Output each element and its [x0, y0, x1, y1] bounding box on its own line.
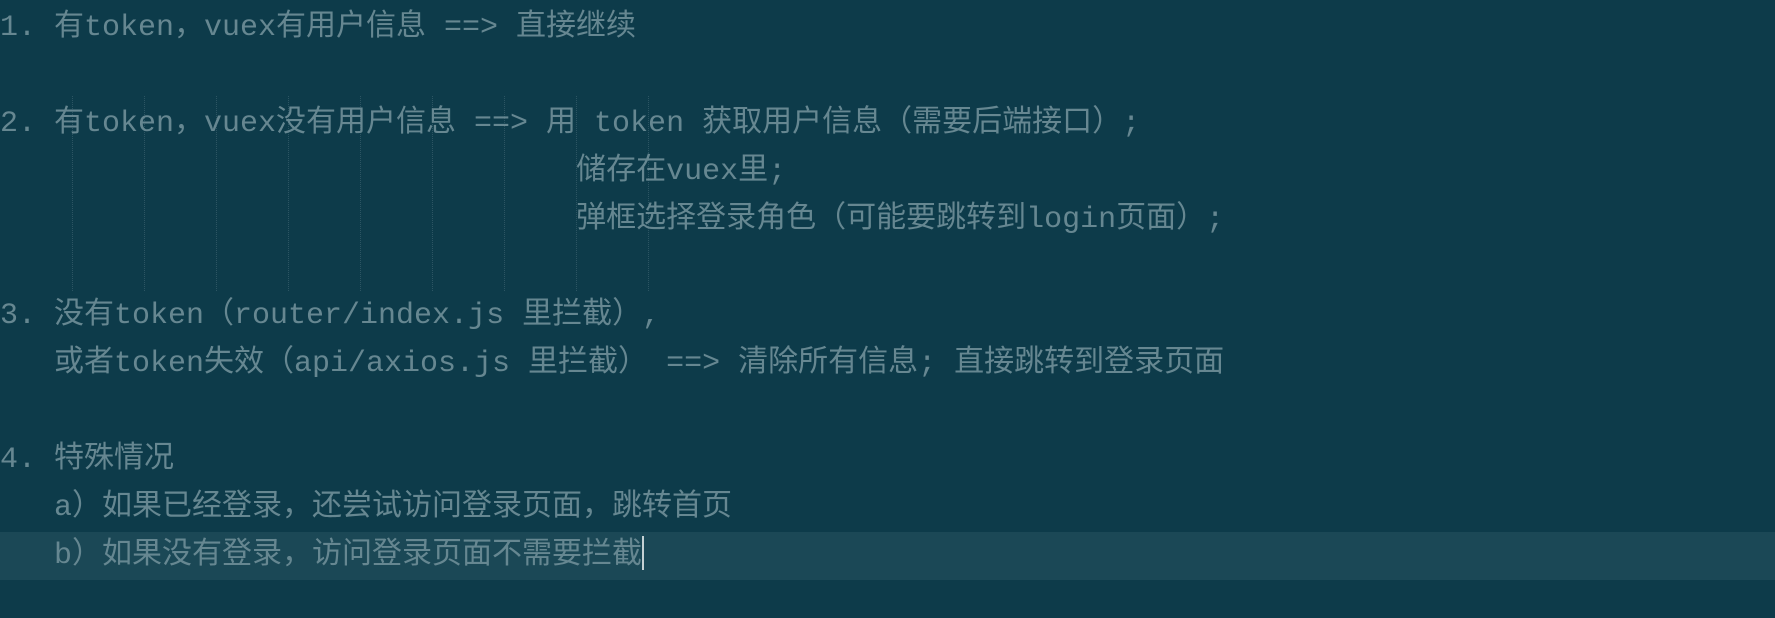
code-line[interactable]: 4. 特殊情况	[0, 436, 1775, 484]
code-line[interactable]: b）如果没有登录，访问登录页面不需要拦截	[0, 532, 1775, 580]
line-text: 2. 有token，vuex没有用户信息 ==> 用 token 获取用户信息（…	[0, 107, 1140, 141]
code-line[interactable]	[0, 244, 1775, 292]
line-text: a）如果已经登录，还尝试访问登录页面，跳转首页	[0, 491, 732, 525]
code-line[interactable]: 2. 有token，vuex没有用户信息 ==> 用 token 获取用户信息（…	[0, 100, 1775, 148]
code-line[interactable]: 储存在vuex里;	[0, 148, 1775, 196]
line-text: 弹框选择登录角色（可能要跳转到login页面）;	[0, 203, 1224, 237]
code-lines: 1. 有token，vuex有用户信息 ==> 直接继续 2. 有token，vu…	[0, 4, 1775, 580]
line-text: 4. 特殊情况	[0, 443, 174, 477]
code-line[interactable]: a）如果已经登录，还尝试访问登录页面，跳转首页	[0, 484, 1775, 532]
code-line[interactable]: 弹框选择登录角色（可能要跳转到login页面）;	[0, 196, 1775, 244]
line-text: 3. 没有token（router/index.js 里拦截）,	[0, 299, 660, 333]
code-editor[interactable]: 1. 有token，vuex有用户信息 ==> 直接继续 2. 有token，vu…	[0, 0, 1775, 580]
code-line[interactable]: 或者token失效（api/axios.js 里拦截） ==> 清除所有信息; …	[0, 340, 1775, 388]
code-line[interactable]	[0, 388, 1775, 436]
text-cursor	[642, 536, 644, 570]
line-text: 或者token失效（api/axios.js 里拦截） ==> 清除所有信息; …	[0, 347, 1224, 381]
line-text: b）如果没有登录，访问登录页面不需要拦截	[0, 539, 642, 573]
code-line[interactable]: 3. 没有token（router/index.js 里拦截）,	[0, 292, 1775, 340]
line-text: 储存在vuex里;	[0, 155, 786, 189]
line-text: 1. 有token，vuex有用户信息 ==> 直接继续	[0, 11, 636, 45]
code-line[interactable]: 1. 有token，vuex有用户信息 ==> 直接继续	[0, 4, 1775, 52]
code-line[interactable]	[0, 52, 1775, 100]
